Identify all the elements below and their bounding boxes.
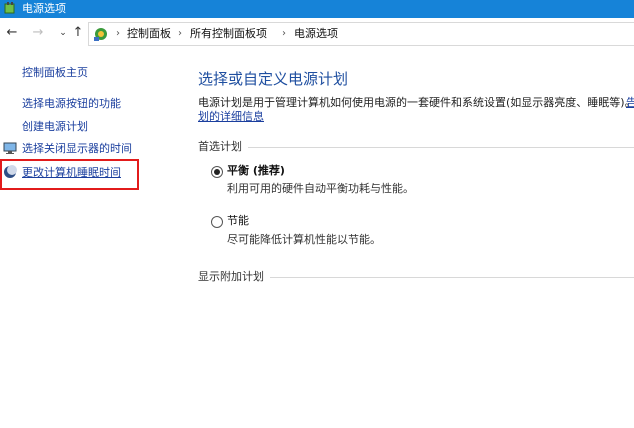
chevron-down-icon[interactable]: ⌄ bbox=[55, 25, 71, 41]
sidebar-item-create-plan[interactable]: 创建电源计划 bbox=[22, 120, 88, 134]
power-saver-plan-name[interactable]: 节能 bbox=[227, 214, 249, 228]
power-saver-plan-description: 尽可能降低计算机性能以节能。 bbox=[227, 233, 381, 246]
show-additional-plans[interactable]: 显示附加计划 bbox=[198, 270, 264, 284]
arrow-right-icon[interactable]: → bbox=[30, 25, 46, 41]
title-bar: 电源选项 bbox=[0, 0, 634, 18]
balanced-plan-name[interactable]: 平衡 (推荐) bbox=[227, 164, 285, 178]
sidebar-item-power-button[interactable]: 选择电源按钮的功能 bbox=[22, 97, 121, 111]
plan-description: 电源计划是用于管理计算机如何使用电源的一套硬件和系统设置(如显示器亮度、睡眠等)… bbox=[198, 96, 634, 109]
group-divider bbox=[248, 147, 634, 148]
breadcrumb-separator: › bbox=[178, 28, 182, 39]
arrow-up-icon[interactable]: ↑ bbox=[70, 25, 86, 41]
balanced-plan-description: 利用可用的硬件自动平衡功耗与性能。 bbox=[227, 182, 414, 195]
breadcrumb-power-options[interactable]: 电源选项 bbox=[294, 26, 338, 42]
control-panel-icon bbox=[94, 28, 107, 41]
plan-info-link[interactable]: 划的详细信息 bbox=[198, 110, 264, 124]
sidebar-item-display-off[interactable]: 选择关闭显示器的时间 bbox=[22, 142, 132, 156]
address-bar[interactable]: › 控制面板 › 所有控制面板项 › 电源选项 bbox=[88, 22, 634, 46]
power-saver-radio[interactable] bbox=[211, 216, 223, 228]
plan-info-link-start[interactable]: 告 bbox=[626, 96, 634, 110]
breadcrumb-control-panel[interactable]: 控制面板 bbox=[127, 26, 171, 42]
breadcrumb-separator: › bbox=[116, 28, 120, 39]
monitor-icon bbox=[3, 142, 17, 154]
sidebar-home-link[interactable]: 控制面板主页 bbox=[22, 66, 88, 80]
window-title: 电源选项 bbox=[22, 2, 66, 15]
breadcrumb-separator: › bbox=[282, 28, 286, 39]
balanced-plan-radio[interactable] bbox=[211, 166, 223, 178]
arrow-left-icon[interactable]: ← bbox=[4, 25, 20, 41]
power-options-icon bbox=[4, 2, 15, 14]
navigation-bar: ← → ⌄ ↑ › 控制面板 › 所有控制面板项 › 电源选项 bbox=[0, 18, 634, 50]
page-title: 选择或自定义电源计划 bbox=[198, 70, 349, 88]
highlight-box bbox=[0, 159, 139, 190]
group-divider bbox=[270, 277, 634, 278]
preferred-plans-label: 首选计划 bbox=[198, 140, 242, 153]
breadcrumb-all-items[interactable]: 所有控制面板项 bbox=[190, 26, 267, 42]
